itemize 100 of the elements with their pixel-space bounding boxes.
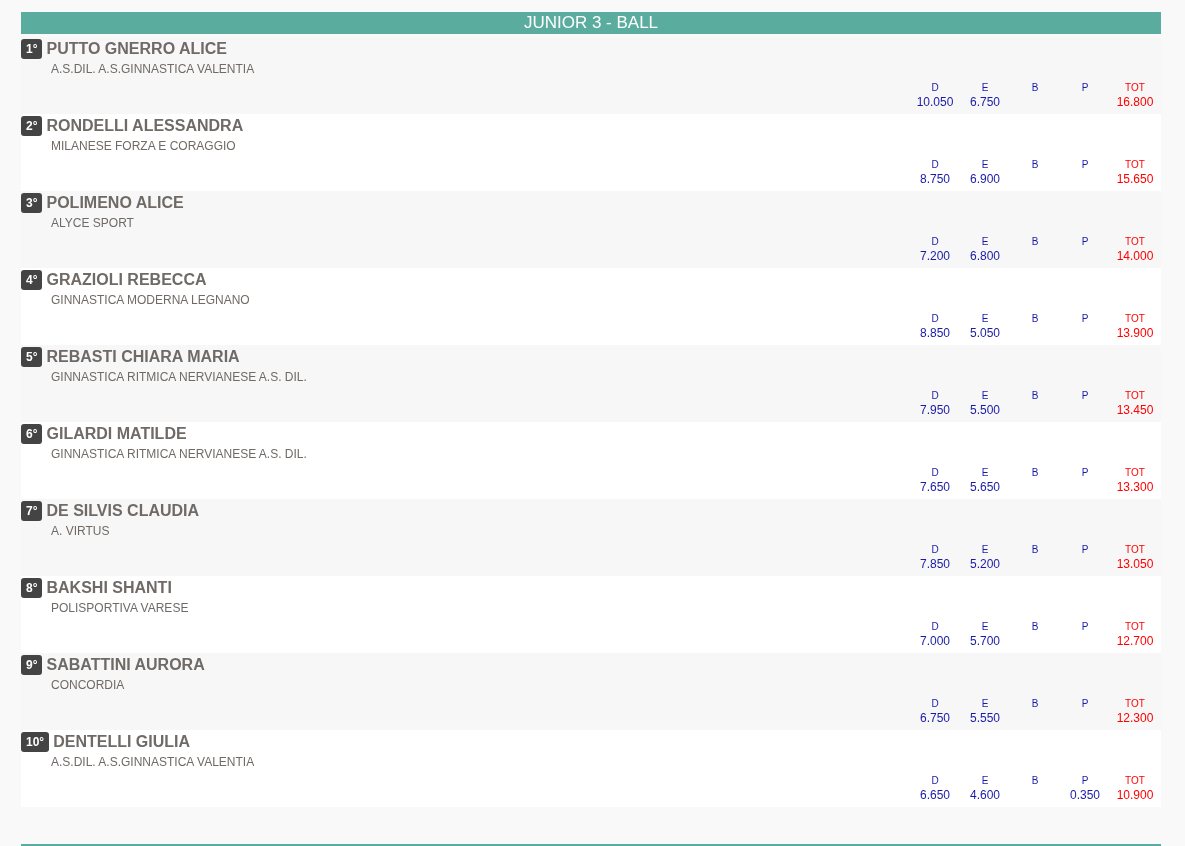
athlete-name: GILARDI MATILDE <box>46 424 187 444</box>
score-label: B <box>1031 312 1039 326</box>
score-value: 6.750 <box>920 711 950 726</box>
score-value: 13.900 <box>1116 326 1154 341</box>
score-label: D <box>931 312 939 326</box>
athlete-name: BAKSHI SHANTI <box>46 578 172 598</box>
score-label: D <box>931 158 939 172</box>
rank-badge: 4° <box>21 270 43 290</box>
score-label: P <box>1081 466 1089 480</box>
athlete-name: POLIMENO ALICE <box>46 193 184 213</box>
score-label: E <box>981 235 989 249</box>
score-label: D <box>931 466 939 480</box>
score-label: B <box>1031 158 1039 172</box>
score-value: 0.350 <box>1070 788 1100 803</box>
score-label: TOT <box>1125 81 1145 95</box>
score-label: D <box>931 774 939 788</box>
rank-badge: 3° <box>21 193 43 213</box>
score-label: B <box>1031 543 1039 557</box>
score-value: 12.700 <box>1116 634 1154 649</box>
score-label: TOT <box>1125 466 1145 480</box>
rank-badge: 2° <box>21 116 43 136</box>
score-label: P <box>1081 697 1089 711</box>
score-label: D <box>931 81 939 95</box>
score-label: P <box>1081 774 1089 788</box>
score-label: P <box>1081 312 1089 326</box>
score-label: E <box>981 158 989 172</box>
athlete-name: DE SILVIS CLAUDIA <box>46 501 200 521</box>
club-name: POLISPORTIVA VARESE <box>51 600 189 616</box>
score-label: P <box>1081 158 1089 172</box>
score-label: E <box>981 774 989 788</box>
score-value: 10.050 <box>916 95 954 110</box>
club-name: GINNASTICA RITMICA NERVIANESE A.S. DIL. <box>51 369 307 385</box>
score-label: TOT <box>1125 389 1145 403</box>
score-label: B <box>1031 620 1039 634</box>
rank-badge: 7° <box>21 501 43 521</box>
score-value: 15.650 <box>1116 172 1154 187</box>
score-label: B <box>1031 774 1039 788</box>
score-value: 7.200 <box>920 249 950 264</box>
score-value: 5.650 <box>970 480 1000 495</box>
club-name: GINNASTICA MODERNA LEGNANO <box>51 292 250 308</box>
score-label: TOT <box>1125 312 1145 326</box>
score-value: 16.800 <box>1116 95 1154 110</box>
score-label: E <box>981 620 989 634</box>
score-label: B <box>1031 389 1039 403</box>
score-value: 12.300 <box>1116 711 1154 726</box>
section-header: JUNIOR 3 - BALL <box>21 12 1161 34</box>
score-value: 7.950 <box>920 403 950 418</box>
score-value: 5.500 <box>970 403 1000 418</box>
club-name: CONCORDIA <box>51 677 125 693</box>
score-value: 13.450 <box>1116 403 1154 418</box>
score-label: P <box>1081 620 1089 634</box>
athlete-name: DENTELLI GIULIA <box>53 732 191 752</box>
club-name: MILANESE FORZA E CORAGGIO <box>51 138 236 154</box>
score-label: TOT <box>1125 543 1145 557</box>
score-value: 6.800 <box>970 249 1000 264</box>
rank-badge: 5° <box>21 347 43 367</box>
club-name: A.S.DIL. A.S.GINNASTICA VALENTIA <box>51 754 255 770</box>
score-label: D <box>931 543 939 557</box>
score-label: TOT <box>1125 697 1145 711</box>
score-label: B <box>1031 466 1039 480</box>
score-label: TOT <box>1125 158 1145 172</box>
score-label: TOT <box>1125 774 1145 788</box>
score-label: B <box>1031 697 1039 711</box>
score-value: 8.850 <box>920 326 950 341</box>
rank-badge: 8° <box>21 578 43 598</box>
athlete-name: REBASTI CHIARA MARIA <box>46 347 240 367</box>
score-value: 7.650 <box>920 480 950 495</box>
score-value: 6.900 <box>970 172 1000 187</box>
score-label: E <box>981 697 989 711</box>
score-label: D <box>931 620 939 634</box>
athlete-name: GRAZIOLI REBECCA <box>46 270 207 290</box>
club-name: GINNASTICA RITMICA NERVIANESE A.S. DIL. <box>51 446 307 462</box>
score-label: P <box>1081 235 1089 249</box>
score-value: 5.050 <box>970 326 1000 341</box>
rank-badge: 1° <box>21 39 43 59</box>
rank-badge: 10° <box>21 732 50 752</box>
score-value: 14.000 <box>1116 249 1154 264</box>
score-value: 13.050 <box>1116 557 1154 572</box>
score-value: 6.650 <box>920 788 950 803</box>
score-value: 5.550 <box>970 711 1000 726</box>
score-label: TOT <box>1125 620 1145 634</box>
score-label: TOT <box>1125 235 1145 249</box>
club-name: ALYCE SPORT <box>51 215 134 231</box>
score-label: E <box>981 312 989 326</box>
score-label: D <box>931 235 939 249</box>
score-value: 6.750 <box>970 95 1000 110</box>
score-label: D <box>931 697 939 711</box>
score-label: E <box>981 389 989 403</box>
rank-badge: 9° <box>21 655 43 675</box>
score-label: P <box>1081 81 1089 95</box>
score-label: E <box>981 466 989 480</box>
score-label: P <box>1081 389 1089 403</box>
athlete-name: RONDELLI ALESSANDRA <box>46 116 244 136</box>
score-label: B <box>1031 235 1039 249</box>
score-label: E <box>981 81 989 95</box>
score-label: D <box>931 389 939 403</box>
score-value: 5.700 <box>970 634 1000 649</box>
score-value: 8.750 <box>920 172 950 187</box>
score-label: P <box>1081 543 1089 557</box>
score-value: 7.850 <box>920 557 950 572</box>
